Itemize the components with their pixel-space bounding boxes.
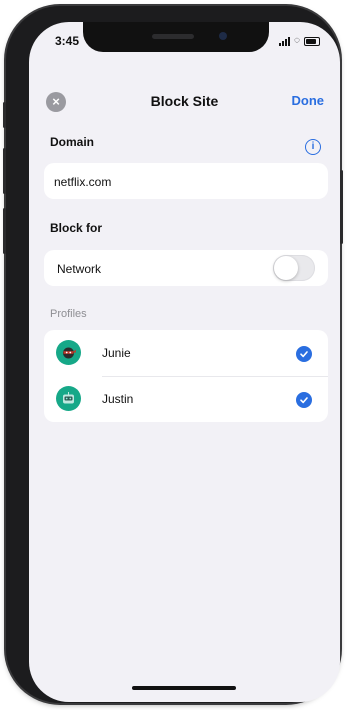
phone-screen: 3:45 ◌ × Block Site Done Domain i netfli… xyxy=(29,22,340,702)
network-row: Network xyxy=(44,250,328,286)
signal-icon xyxy=(279,37,291,46)
checkmark-icon[interactable] xyxy=(296,392,312,408)
navigation-bar: × Block Site Done xyxy=(29,90,340,118)
robot-avatar-icon xyxy=(56,386,81,411)
toggle-knob xyxy=(274,256,298,280)
profile-name: Junie xyxy=(102,346,131,360)
volume-down-button xyxy=(3,208,6,254)
domain-section-label: Domain xyxy=(50,135,95,149)
profile-row-junie[interactable]: Junie xyxy=(44,330,328,377)
profiles-list: Junie Justin xyxy=(44,330,328,422)
domain-value: netflix.com xyxy=(54,175,112,189)
done-button[interactable]: Done xyxy=(292,93,325,108)
volume-up-button xyxy=(3,148,6,194)
notch xyxy=(83,22,269,52)
info-icon[interactable]: i xyxy=(305,139,321,155)
home-indicator[interactable] xyxy=(132,686,236,690)
status-time: 3:45 xyxy=(55,34,80,48)
checkmark-icon[interactable] xyxy=(296,346,312,362)
network-label: Network xyxy=(57,262,102,276)
wifi-icon: ◌ xyxy=(294,35,300,46)
silent-switch xyxy=(3,102,6,128)
profile-row-justin[interactable]: Justin xyxy=(44,376,328,422)
phone-frame: 3:45 ◌ × Block Site Done Domain i netfli… xyxy=(3,6,343,703)
ninja-avatar-icon xyxy=(56,340,81,365)
network-toggle[interactable] xyxy=(273,255,315,281)
status-icons: ◌ xyxy=(279,36,320,46)
domain-field[interactable]: netflix.com xyxy=(44,163,328,199)
battery-icon xyxy=(304,37,320,46)
front-camera xyxy=(219,32,227,40)
power-button xyxy=(340,170,343,244)
speaker-grille xyxy=(152,34,194,39)
profile-name: Justin xyxy=(102,392,134,406)
block-for-section-label: Block for xyxy=(50,221,103,235)
profiles-section-label: Profiles xyxy=(50,308,87,320)
